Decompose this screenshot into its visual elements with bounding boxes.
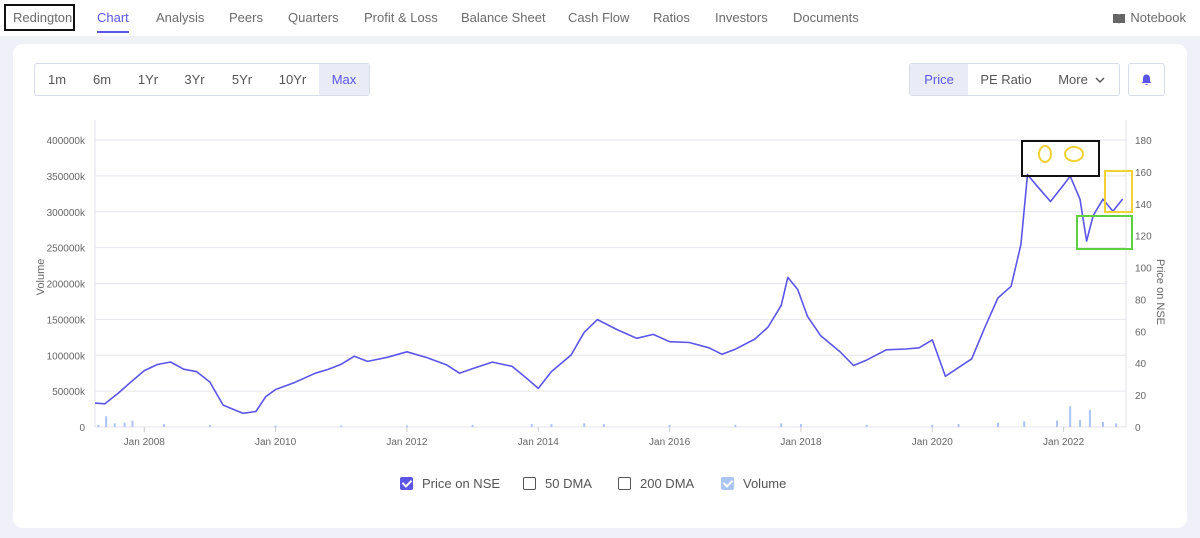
volume-bar bbox=[405, 425, 408, 427]
chart-card: 1m 6m 1Yr 3Yr 5Yr 10Yr Max Price PE Rati… bbox=[13, 44, 1187, 528]
left-axis-ticks: 0 50000k 100000k 150000k 200000k 250000k 30000… bbox=[47, 136, 86, 434]
volume-bar bbox=[530, 424, 533, 427]
volume-bar bbox=[780, 423, 783, 427]
volume-bar bbox=[162, 424, 165, 427]
price-checkbox[interactable] bbox=[400, 477, 413, 490]
left-axis-label: Volume bbox=[35, 259, 47, 296]
volume-checkbox[interactable] bbox=[721, 477, 734, 490]
tab-balance-sheet[interactable]: Balance Sheet bbox=[461, 10, 546, 25]
tab-analysis[interactable]: Analysis bbox=[156, 10, 204, 25]
right-tick-label: 60 bbox=[1135, 327, 1147, 338]
volume-bar bbox=[131, 420, 134, 427]
company-name[interactable]: Redington bbox=[13, 10, 72, 25]
volume-bar bbox=[208, 424, 211, 427]
volume-bar bbox=[105, 416, 108, 427]
right-tick-label: 160 bbox=[1135, 168, 1152, 179]
chart-legend: Price on NSE 50 DMA 200 DMA Volume bbox=[13, 474, 1187, 498]
volume-bar bbox=[1088, 409, 1091, 427]
grid-lines bbox=[94, 120, 1127, 428]
volume-bar bbox=[340, 425, 343, 427]
volume-bar bbox=[113, 423, 116, 427]
annotation-yellow-circle-1 bbox=[1038, 145, 1052, 163]
legend-dma50-label: 50 DMA bbox=[545, 476, 592, 491]
volume-bar bbox=[550, 424, 553, 427]
volume-bar bbox=[274, 425, 277, 427]
right-tick-label: 180 bbox=[1135, 136, 1152, 147]
x-tick-label: Jan 2018 bbox=[780, 437, 822, 448]
legend-50-dma[interactable]: 50 DMA bbox=[523, 476, 592, 491]
right-tick-label: 140 bbox=[1135, 200, 1152, 211]
right-tick-label: 20 bbox=[1135, 391, 1147, 402]
x-tick-label: Jan 2010 bbox=[255, 437, 297, 448]
volume-bars bbox=[97, 406, 1118, 427]
annotation-yellow-circle-2 bbox=[1064, 146, 1084, 162]
left-tick-label: 150000k bbox=[47, 315, 86, 326]
volume-bar bbox=[602, 424, 605, 427]
volume-bar bbox=[583, 423, 586, 427]
right-axis-label: Price on NSE bbox=[1154, 259, 1166, 325]
tab-ratios[interactable]: Ratios bbox=[653, 10, 690, 25]
legend-dma200-label: 200 DMA bbox=[640, 476, 695, 491]
right-axis-ticks: 0 20 40 60 80 100 120 140 160 180 bbox=[1135, 136, 1152, 434]
legend-200-dma[interactable]: 200 DMA bbox=[618, 476, 694, 491]
volume-bar bbox=[957, 424, 960, 427]
dma50-checkbox[interactable] bbox=[523, 477, 536, 490]
volume-bar bbox=[471, 424, 474, 427]
volume-bar bbox=[1115, 423, 1118, 427]
left-tick-label: 0 bbox=[79, 423, 85, 434]
volume-bar bbox=[1079, 419, 1082, 427]
legend-price-on-nse[interactable]: Price on NSE bbox=[400, 476, 500, 491]
dma200-checkbox[interactable] bbox=[618, 477, 631, 490]
tab-cash-flow[interactable]: Cash Flow bbox=[568, 10, 629, 25]
volume-bar bbox=[931, 424, 934, 427]
volume-bar bbox=[1102, 421, 1105, 427]
right-tick-label: 40 bbox=[1135, 359, 1147, 370]
x-tick-label: Jan 2014 bbox=[518, 437, 560, 448]
price-volume-chart: 0 50000k 100000k 150000k 200000k 250000k 30000… bbox=[35, 120, 1166, 448]
active-tab-indicator bbox=[97, 31, 129, 33]
annotation-black-box bbox=[1021, 140, 1100, 177]
left-tick-label: 100000k bbox=[47, 351, 86, 362]
volume-bar bbox=[734, 424, 737, 427]
left-tick-label: 350000k bbox=[47, 172, 86, 183]
volume-bar bbox=[865, 424, 868, 427]
x-tick-label: Jan 2008 bbox=[124, 437, 166, 448]
book-icon bbox=[1113, 12, 1126, 24]
volume-bar bbox=[97, 424, 100, 427]
volume-bar bbox=[1056, 420, 1059, 427]
tab-quarters[interactable]: Quarters bbox=[288, 10, 339, 25]
price-line bbox=[94, 173, 1124, 415]
left-tick-label: 50000k bbox=[52, 387, 86, 398]
volume-bar bbox=[123, 422, 126, 427]
notebook-label: Notebook bbox=[1130, 10, 1186, 25]
volume-bar bbox=[1069, 406, 1072, 427]
notebook-link[interactable]: Notebook bbox=[1113, 10, 1186, 25]
right-tick-label: 0 bbox=[1135, 423, 1141, 434]
tab-investors[interactable]: Investors bbox=[715, 10, 768, 25]
legend-volume[interactable]: Volume bbox=[721, 476, 786, 491]
volume-bar bbox=[1023, 421, 1026, 427]
x-tick-label: Jan 2012 bbox=[386, 437, 428, 448]
tab-profit-loss[interactable]: Profit & Loss bbox=[364, 10, 438, 25]
tab-peers[interactable]: Peers bbox=[229, 10, 263, 25]
right-tick-label: 100 bbox=[1135, 264, 1152, 275]
left-tick-label: 400000k bbox=[47, 136, 86, 147]
x-axis-ticks: Jan 2008 Jan 2010 Jan 2012 Jan 2014 Jan 2016… bbox=[124, 427, 1085, 448]
tab-documents[interactable]: Documents bbox=[793, 10, 859, 25]
x-tick-label: Jan 2022 bbox=[1043, 437, 1085, 448]
volume-bar bbox=[799, 424, 802, 427]
volume-bar bbox=[996, 422, 999, 427]
left-tick-label: 300000k bbox=[47, 208, 86, 219]
x-tick-label: Jan 2016 bbox=[649, 437, 691, 448]
x-tick-label: Jan 2020 bbox=[912, 437, 954, 448]
legend-price-label: Price on NSE bbox=[422, 476, 501, 491]
legend-volume-label: Volume bbox=[743, 476, 787, 491]
volume-bar bbox=[668, 424, 671, 427]
left-tick-label: 250000k bbox=[47, 244, 86, 255]
tab-chart[interactable]: Chart bbox=[97, 10, 129, 25]
right-tick-label: 120 bbox=[1135, 232, 1152, 243]
right-tick-label: 80 bbox=[1135, 295, 1147, 306]
left-tick-label: 200000k bbox=[47, 280, 86, 291]
top-navigation: Redington Chart Analysis Peers Quarters … bbox=[0, 0, 1200, 36]
